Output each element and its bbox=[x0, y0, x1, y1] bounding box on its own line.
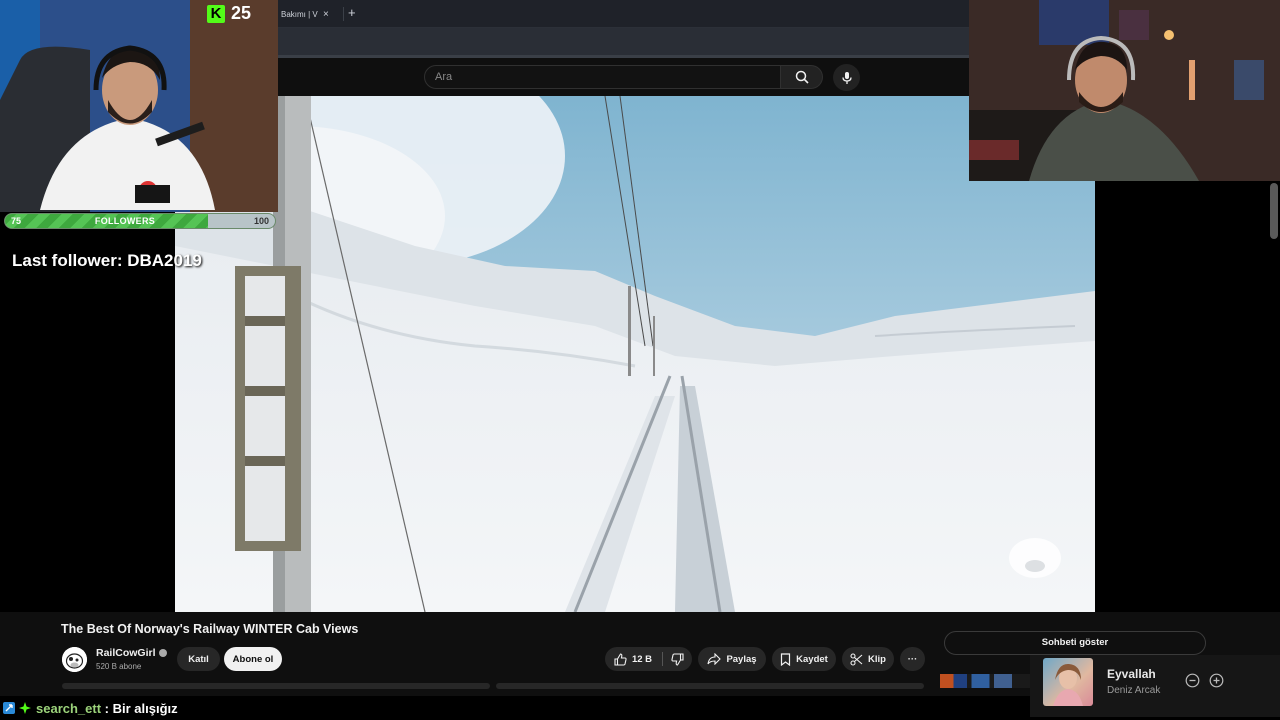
follower-target: 100 bbox=[253, 216, 269, 226]
kick-logo-icon: K bbox=[207, 4, 225, 23]
webcam-feed bbox=[0, 0, 278, 212]
chat-separator: : bbox=[101, 700, 113, 716]
microphone-icon bbox=[841, 71, 852, 84]
like-count: 12 B bbox=[631, 653, 653, 665]
new-tab-button[interactable]: + bbox=[348, 5, 356, 20]
save-label: Kaydet bbox=[796, 653, 828, 665]
search-icon bbox=[795, 70, 809, 84]
video-title: The Best Of Norway's Railway WINTER Cab … bbox=[61, 622, 359, 636]
album-art-image bbox=[1053, 663, 1083, 706]
browser-tab[interactable]: Bakımı | V × bbox=[278, 4, 340, 24]
clip-label: Klip bbox=[868, 653, 886, 665]
streamer-webcam-left: K 25 bbox=[0, 0, 278, 212]
join-button[interactable]: Katıl bbox=[177, 647, 220, 671]
thumbs-down-icon bbox=[671, 652, 684, 666]
recommendation-strip bbox=[496, 683, 924, 689]
recommendation-strip bbox=[62, 683, 490, 689]
subscribe-button[interactable]: Abone ol bbox=[224, 647, 282, 671]
streamer-webcam-right bbox=[969, 0, 1280, 181]
related-thumbnails[interactable] bbox=[940, 674, 1030, 688]
search-input[interactable]: Ara bbox=[424, 65, 781, 89]
subscriber-count: 520 B abone bbox=[96, 662, 142, 671]
kick-viewer-badge: K 25 bbox=[207, 3, 251, 24]
song-artist: Deniz Arcak bbox=[1107, 685, 1161, 696]
page-scrollbar[interactable] bbox=[1270, 183, 1278, 239]
volume-down-button[interactable] bbox=[1185, 673, 1200, 693]
chat-message-text: Bir alışığız bbox=[112, 700, 178, 716]
join-label: Katıl bbox=[188, 653, 209, 665]
thumbs-up-icon bbox=[614, 652, 627, 666]
tab-title: Bakımı | V bbox=[281, 9, 318, 19]
now-playing-widget: Eyvallah Deniz Arcak bbox=[1030, 655, 1280, 717]
like-dislike-group: 12 B bbox=[605, 647, 692, 671]
sparkle-badge-icon bbox=[19, 702, 31, 714]
cow-logo-icon bbox=[62, 647, 87, 672]
like-button[interactable]: 12 B bbox=[605, 647, 661, 671]
chat-username: search_ett bbox=[36, 700, 102, 716]
tab-divider bbox=[343, 7, 344, 21]
volume-up-button[interactable] bbox=[1209, 673, 1224, 693]
voice-search-button[interactable] bbox=[833, 64, 860, 91]
share-label: Paylaş bbox=[726, 653, 757, 665]
song-title: Eyvallah bbox=[1107, 667, 1156, 681]
share-button[interactable]: Paylaş bbox=[698, 647, 766, 671]
search-button[interactable] bbox=[781, 65, 823, 89]
last-follower-text: Last follower: DBA2019 bbox=[12, 251, 202, 270]
more-icon: ··· bbox=[907, 653, 918, 665]
channel-name-text: RailCowGirl bbox=[96, 647, 156, 659]
video-player[interactable] bbox=[175, 96, 1095, 612]
browser-tab-bar: Bakımı | V × + bbox=[278, 0, 970, 28]
moderator-badge-icon bbox=[3, 702, 15, 714]
subscribe-label: Abone ol bbox=[232, 653, 274, 665]
save-button[interactable]: Kaydet bbox=[772, 647, 836, 671]
verified-icon bbox=[158, 649, 167, 658]
clip-button[interactable]: Klip bbox=[842, 647, 894, 671]
video-frame bbox=[175, 96, 1095, 612]
plus-circle-icon bbox=[1209, 673, 1224, 688]
show-chat-button[interactable]: Sohbeti göster bbox=[944, 631, 1206, 655]
channel-avatar[interactable] bbox=[62, 647, 87, 672]
channel-name[interactable]: RailCowGirl bbox=[96, 647, 167, 659]
youtube-header: Ara bbox=[278, 58, 970, 96]
bookmark-icon bbox=[781, 652, 791, 666]
browser-toolbar bbox=[278, 28, 970, 58]
tab-close-icon[interactable]: × bbox=[323, 9, 329, 20]
dislike-button[interactable] bbox=[663, 647, 692, 671]
chat-badges bbox=[2, 701, 32, 715]
more-actions-button[interactable]: ··· bbox=[900, 647, 925, 671]
scissors-icon bbox=[850, 652, 863, 666]
chat-overlay: search_ett : Bir alışığız bbox=[0, 696, 1030, 720]
follower-label: FOLLOWERS bbox=[94, 216, 156, 226]
share-icon bbox=[707, 653, 722, 665]
viewer-count: 25 bbox=[231, 3, 252, 23]
follower-goal-bar: 75 FOLLOWERS 100 bbox=[4, 213, 276, 229]
album-art bbox=[1043, 658, 1093, 706]
minus-circle-icon bbox=[1185, 673, 1200, 688]
webcam-feed bbox=[969, 0, 1280, 181]
